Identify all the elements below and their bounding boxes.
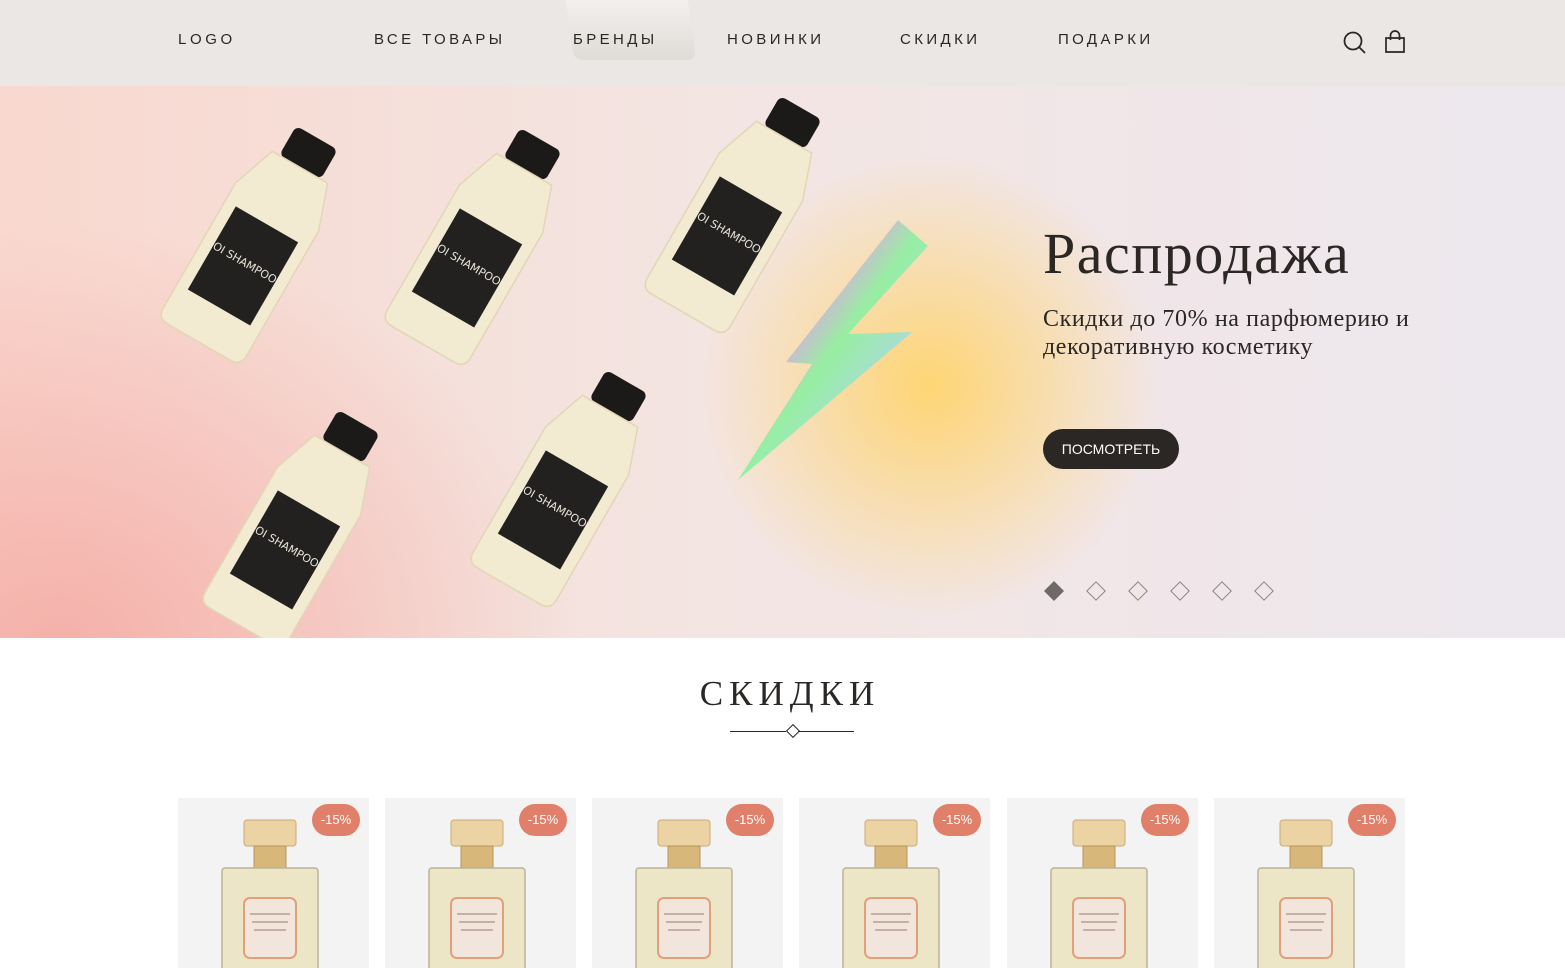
slider-dot-1[interactable] [1044,581,1064,601]
site-header: LOGO ВСЕ ТОВАРЫ БРЕНДЫ НОВИНКИ СКИДКИ ПО… [0,0,1565,86]
product-card[interactable]: -15% [592,798,783,968]
perfume-bottle-image [1257,819,1355,968]
section-title-discounts: СКИДКИ [699,674,881,713]
nav-item-new[interactable]: НОВИНКИ [727,31,824,48]
shampoo-bottle-image: OI SHAMPOO [384,130,560,366]
shampoo-bottle-image: OI SHAMPOO [160,128,336,364]
product-card[interactable]: -15% [799,798,990,968]
slider-dot-3[interactable] [1128,581,1148,601]
slider-dot-4[interactable] [1170,581,1190,601]
product-card[interactable]: -15% [1214,798,1405,968]
nav-item-brands[interactable]: БРЕНДЫ [573,31,658,48]
nav-item-discounts[interactable]: СКИДКИ [900,31,980,48]
product-card[interactable]: -15% [385,798,576,968]
perfume-bottle-image [221,819,319,968]
slider-dot-6[interactable] [1254,581,1274,601]
product-card[interactable]: -15% [1007,798,1198,968]
hero-banner: OI SHAMPOO OI SHAMPOO OI SHAMPOO OI SHAM… [0,86,1565,638]
perfume-bottle-image [842,819,940,968]
search-icon[interactable] [1342,30,1366,54]
slider-dot-2[interactable] [1086,581,1106,601]
slider-dot-5[interactable] [1212,581,1232,601]
divider-line-left [730,731,786,732]
shampoo-bottle-image: OI SHAMPOO [470,372,646,608]
nav-item-all-products[interactable]: ВСЕ ТОВАРЫ [374,31,505,48]
hero-subtitle: Скидки до 70% на парфюмерию и декоративн… [1043,306,1410,360]
header-background-product [565,0,697,60]
view-button[interactable]: ПОСМОТРЕТЬ [1043,429,1179,469]
divider-line-right [798,731,854,732]
shampoo-bottle-image: OI SHAMPOO [202,412,378,638]
nav-item-gifts[interactable]: ПОДАРКИ [1058,31,1154,48]
perfume-bottle-image [1050,819,1148,968]
shopping-bag-icon[interactable] [1383,30,1407,54]
site-logo[interactable]: LOGO [178,31,236,48]
lightning-bolt-icon [738,220,928,480]
product-card[interactable]: -15% [178,798,369,968]
hero-title: Распродажа [1043,221,1351,286]
perfume-bottle-image [635,819,733,968]
perfume-bottle-image [428,819,526,968]
